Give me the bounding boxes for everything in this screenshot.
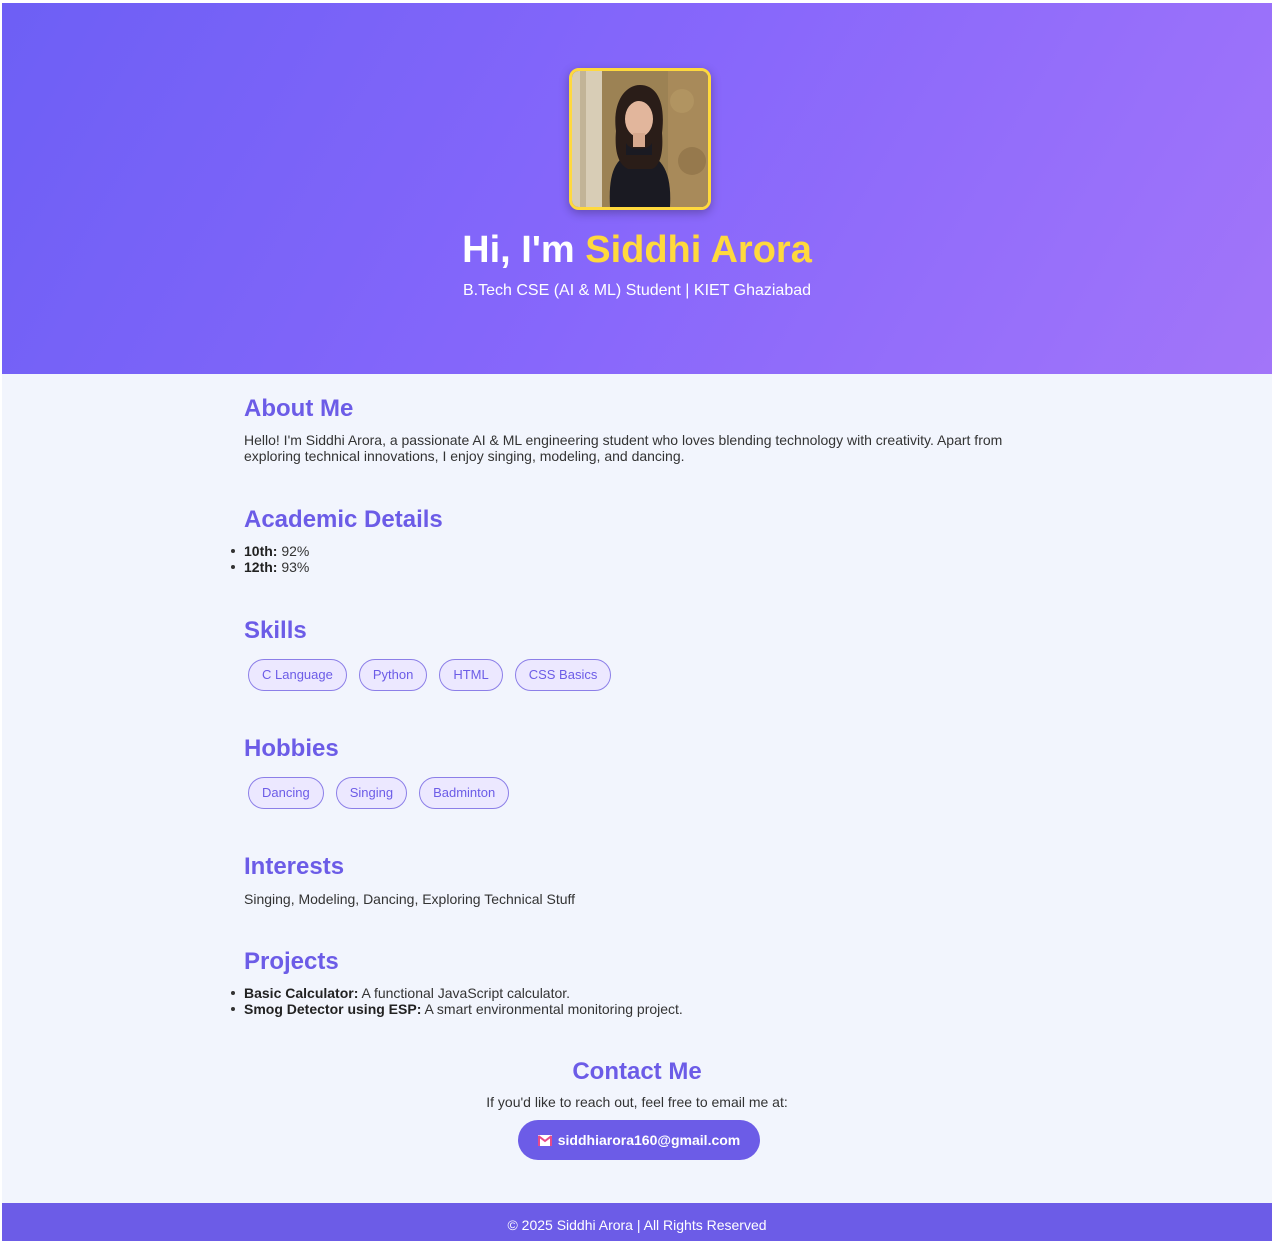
list-item: Smog Detector using ESP: A smart environ… xyxy=(231,1001,1034,1017)
hobby-tag[interactable]: Singing xyxy=(335,777,408,809)
email-button[interactable]: siddhiarora160@gmail.com xyxy=(518,1120,760,1160)
contact-heading: Contact Me xyxy=(572,1058,702,1085)
hobbies-heading: Hobbies xyxy=(244,735,339,762)
project-description: A functional JavaScript calculator. xyxy=(358,985,571,1001)
skill-tag[interactable]: C Language xyxy=(248,659,347,691)
interests-heading: Interests xyxy=(244,853,345,880)
interests-section: Interests Singing, Modeling, Dancing, Ex… xyxy=(244,852,1034,907)
project-title: Smog Detector using ESP: xyxy=(244,1001,422,1017)
hero-name: Siddhi Arora xyxy=(585,229,812,271)
about-heading: About Me xyxy=(244,395,354,422)
hobbies-tags: Dancing Singing Badminton xyxy=(248,777,1038,809)
hero-subtitle: B.Tech CSE (AI & ML) Student | KIET Ghaz… xyxy=(462,282,812,299)
skill-tag[interactable]: CSS Basics xyxy=(514,659,612,691)
about-text: Hello! I'm Siddhi Arora, a passionate AI… xyxy=(244,432,1003,464)
projects-list: Basic Calculator: A functional JavaScrip… xyxy=(231,985,1034,1017)
skill-tag[interactable]: HTML xyxy=(439,659,503,691)
hero-title-prefix: Hi, I'm xyxy=(462,229,586,271)
skills-tags: C Language Python HTML CSS Basics xyxy=(248,659,1038,691)
contact-text: If you'd like to reach out, feel free to… xyxy=(486,1094,788,1110)
project-description: A smart environmental monitoring project… xyxy=(421,1001,683,1017)
academic-list: 10th: 92% 12th: 93% xyxy=(231,543,1034,575)
profile-photo xyxy=(569,68,711,210)
hobby-tag[interactable]: Dancing xyxy=(248,777,324,809)
mail-icon xyxy=(537,1135,552,1146)
footer-text: © 2025 Siddhi Arora | All Rights Reserve… xyxy=(507,1217,767,1233)
hero-header: Hi, I'm Siddhi Arora B.Tech CSE (AI & ML… xyxy=(2,3,1272,374)
academic-heading: Academic Details xyxy=(244,506,443,533)
footer: © 2025 Siddhi Arora | All Rights Reserve… xyxy=(2,1203,1272,1241)
about-section: About Me Hello! I'm Siddhi Arora, a pass… xyxy=(244,394,1034,464)
academic-value: 92% xyxy=(277,543,310,559)
interests-text: Singing, Modeling, Dancing, Exploring Te… xyxy=(244,891,576,907)
project-title: Basic Calculator: xyxy=(244,985,359,1001)
academic-label: 12th: xyxy=(244,559,278,575)
academic-value: 93% xyxy=(277,559,310,575)
skill-tag[interactable]: Python xyxy=(358,659,428,691)
projects-heading: Projects xyxy=(244,948,339,975)
page: Hi, I'm Siddhi Arora B.Tech CSE (AI & ML… xyxy=(2,3,1272,1241)
skills-section: Skills C Language Python HTML CSS Basics xyxy=(244,616,1034,691)
list-item: Basic Calculator: A functional JavaScrip… xyxy=(231,985,1034,1001)
academic-label: 10th: xyxy=(244,543,278,559)
skills-heading: Skills xyxy=(244,617,307,644)
list-item: 10th: 92% xyxy=(231,543,1034,559)
list-item: 12th: 93% xyxy=(231,559,1034,575)
projects-section: Projects Basic Calculator: A functional … xyxy=(231,947,1034,1017)
email-address: siddhiarora160@gmail.com xyxy=(557,1132,741,1148)
academic-section: Academic Details 10th: 92% 12th: 93% xyxy=(231,505,1034,575)
hobbies-section: Hobbies Dancing Singing Badminton xyxy=(244,734,1034,809)
hero-title: Hi, I'm Siddhi Arora xyxy=(2,227,1272,273)
hobby-tag[interactable]: Badminton xyxy=(419,777,510,809)
